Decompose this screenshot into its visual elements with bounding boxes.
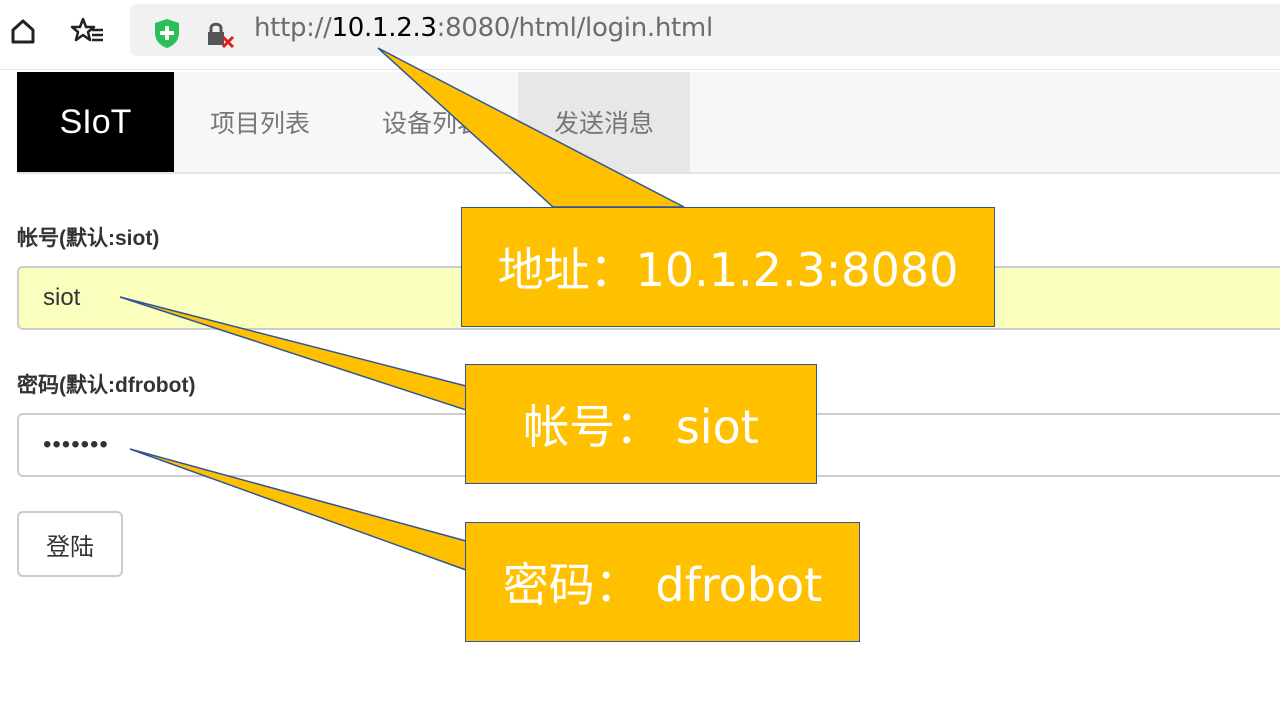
password-callout-pointer [129, 448, 467, 572]
account-callout-pointer [119, 296, 467, 412]
address-callout: 地址：10.1.2.3:8080 [461, 207, 995, 327]
password-callout: 密码： dfrobot [465, 522, 860, 642]
address-callout-pointer [377, 47, 685, 208]
account-callout: 帐号： siot [465, 364, 817, 484]
